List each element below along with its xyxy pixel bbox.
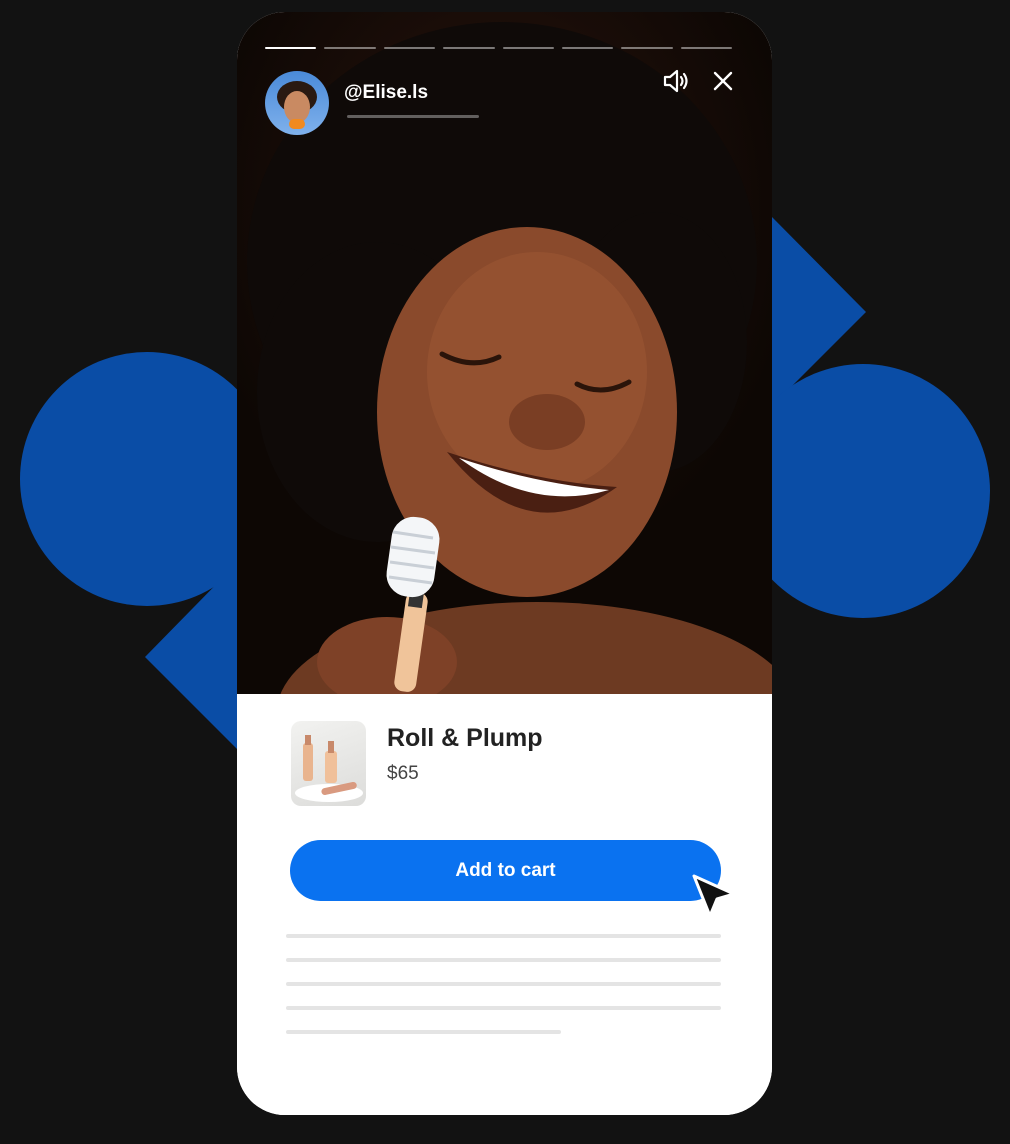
phone-frame: @Elise.ls Roll & Plump $65 Add to cart <box>237 12 772 1115</box>
avatar-image <box>277 81 317 129</box>
product-name: Roll & Plump <box>387 724 543 752</box>
avatar[interactable] <box>265 71 329 135</box>
progress-segment <box>561 47 614 49</box>
progress-segment <box>443 47 495 49</box>
progress-segment <box>324 47 376 49</box>
speaker-volume-icon[interactable] <box>659 64 693 98</box>
placeholder-text-line <box>286 1006 721 1010</box>
story-progress-bar <box>265 47 732 50</box>
placeholder-text-line <box>286 934 721 938</box>
username[interactable]: @Elise.ls <box>344 82 428 104</box>
username-underline <box>347 115 479 118</box>
progress-segment <box>383 47 436 49</box>
progress-segment <box>265 47 317 49</box>
story-view[interactable]: @Elise.ls <box>237 12 772 694</box>
placeholder-text-line <box>286 958 721 962</box>
close-icon[interactable] <box>706 64 740 98</box>
progress-segment <box>621 47 673 49</box>
product-price: $65 <box>387 763 419 784</box>
add-to-cart-label: Add to cart <box>455 859 556 881</box>
placeholder-text-line <box>286 982 721 986</box>
mouse-pointer-icon <box>692 874 736 918</box>
progress-segment <box>502 47 554 49</box>
right-blue-circle <box>736 364 990 618</box>
product-thumbnail[interactable] <box>291 721 366 806</box>
placeholder-text-line <box>286 1030 561 1034</box>
progress-segment <box>680 47 732 49</box>
add-to-cart-button[interactable]: Add to cart <box>290 840 721 901</box>
